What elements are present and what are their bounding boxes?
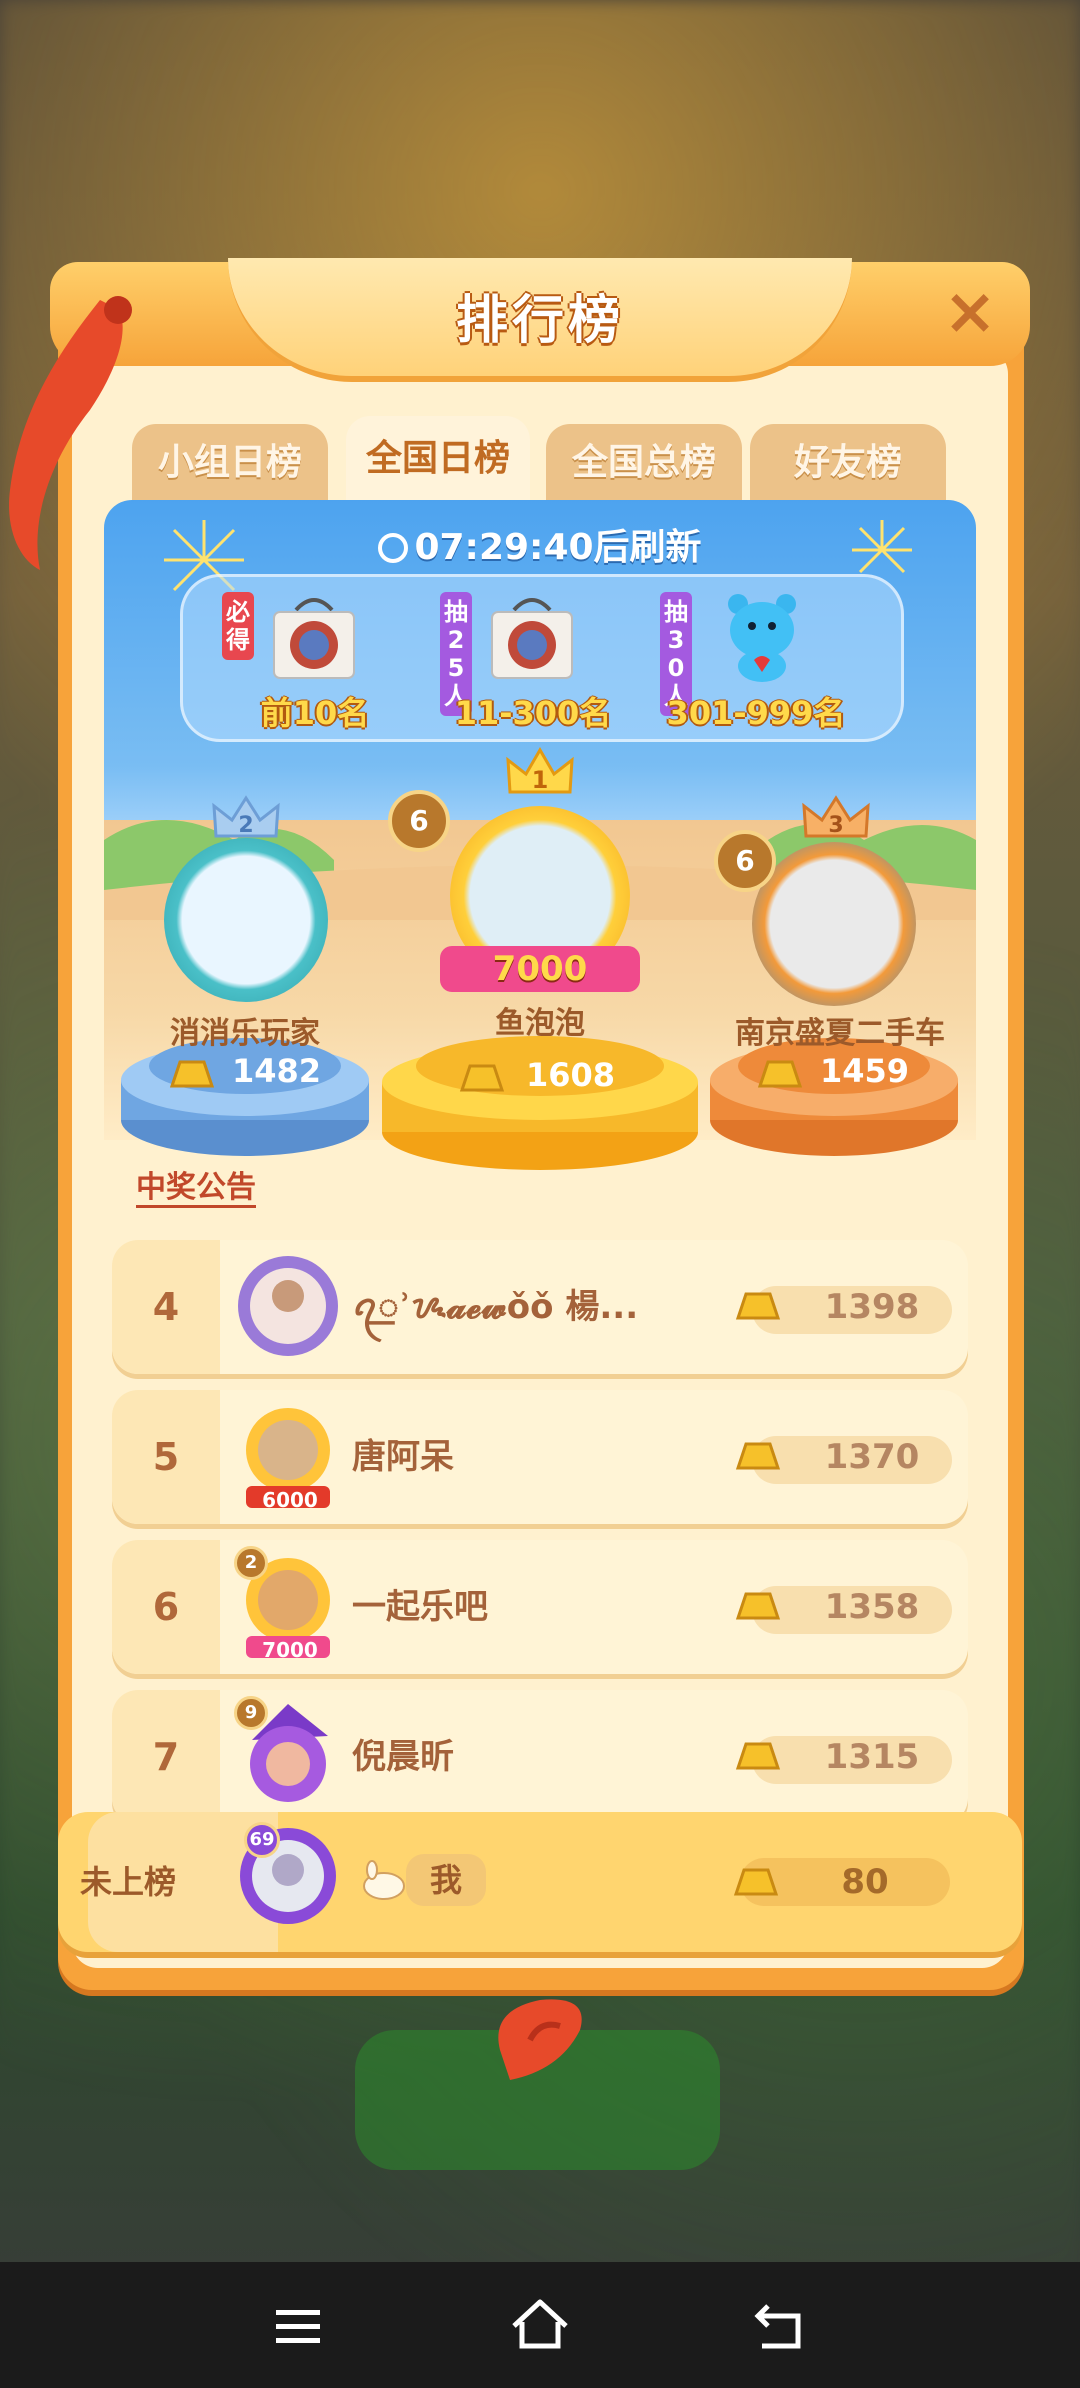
clock-icon <box>378 533 409 563</box>
level-badge: 6 <box>714 830 776 892</box>
rank-number: 6 <box>152 1585 180 1629</box>
podium-name-3: 南京盛夏二手车 <box>735 1016 945 1051</box>
player-score: 1398 <box>824 1287 920 1327</box>
gift-bag-icon <box>273 598 355 679</box>
bunny-icon <box>363 1860 405 1900</box>
level-badge: 9 <box>234 1696 268 1730</box>
prize-label-11-300: 11-300名 <box>454 694 612 732</box>
gift-bag-icon <box>491 598 573 679</box>
gold-bar-icon <box>459 1064 505 1092</box>
rank-2-number: 2 <box>238 813 253 838</box>
timer-text: 07:29:40后刷新 <box>414 527 702 568</box>
prize-tag-top10: 必得 <box>222 592 254 660</box>
level-badge: 2 <box>234 1546 268 1580</box>
prize-label-301-999: 301-999名 <box>666 694 846 732</box>
my-rank-status: 未上榜 <box>80 1863 177 1901</box>
blue-bear-toy-icon <box>728 594 796 682</box>
tab-national-daily[interactable]: 全国日榜 <box>346 416 530 502</box>
rank-number: 5 <box>152 1435 180 1479</box>
player-score: 1370 <box>824 1437 920 1477</box>
crown-icon: 2 <box>212 795 280 838</box>
player-name: ꪖ꯭ʾᝰ𝓪𝓮𝔀ǒǒ 楊... <box>352 1287 639 1327</box>
player-name: 唐阿呆 <box>352 1437 454 1477</box>
level-badge: 6 <box>388 790 450 852</box>
podium-name-2: 消消乐玩家 <box>170 1016 320 1051</box>
frame-value-badge: 6000 <box>262 1488 318 1512</box>
frame-value-badge: 7000 <box>440 946 640 992</box>
avatar[interactable] <box>232 1250 344 1362</box>
tab-national-total[interactable]: 全国总榜 <box>546 424 742 502</box>
ribbon-decoration-icon <box>498 1999 582 2080</box>
player-name: 倪晨昕 <box>352 1737 454 1777</box>
avatar[interactable] <box>752 842 916 1006</box>
refresh-timer: 07:29:40后刷新 <box>0 518 1080 570</box>
player-score: 1358 <box>824 1587 920 1627</box>
tab-friends[interactable]: 好友榜 <box>750 424 946 502</box>
table-row[interactable]: 4 ꪖ꯭ʾᝰ𝓪𝓮𝔀ǒǒ 楊... 1398 <box>112 1240 968 1374</box>
back-icon[interactable] <box>740 2286 820 2366</box>
crown-icon: 3 <box>802 795 870 838</box>
podium-gold <box>382 1036 698 1170</box>
my-score: 80 <box>841 1862 889 1902</box>
table-row[interactable]: 6 2 7000 一起乐吧 1358 <box>112 1540 968 1674</box>
crown-icon: 1 <box>506 747 574 794</box>
table-row[interactable]: 7 9 倪晨昕 1315 <box>112 1690 968 1824</box>
table-row[interactable]: 5 6000 唐阿呆 1370 <box>112 1390 968 1524</box>
gold-bar-icon <box>757 1060 803 1088</box>
avatar[interactable] <box>164 838 328 1002</box>
rank-1-number: 1 <box>532 766 549 794</box>
podium-name-1: 鱼泡泡 <box>495 1006 585 1041</box>
podium-score-2: 1482 <box>232 1052 322 1090</box>
page-title: 排行榜 <box>455 291 624 351</box>
level-badge: 69 <box>244 1822 280 1858</box>
gold-bar-icon <box>169 1060 215 1088</box>
rank-number: 4 <box>152 1285 180 1329</box>
rank-3-number: 3 <box>828 813 843 838</box>
tab-group-daily[interactable]: 小组日榜 <box>132 424 328 502</box>
prize-announcement-link[interactable]: 中奖公告 <box>136 1162 256 1206</box>
home-icon[interactable] <box>500 2286 580 2366</box>
rank-number: 7 <box>152 1735 180 1779</box>
podium-score-3: 1459 <box>820 1052 910 1090</box>
close-button[interactable]: × <box>940 280 1000 344</box>
menu-icon[interactable] <box>258 2286 338 2366</box>
player-score: 1315 <box>824 1737 920 1777</box>
podium-score-1: 1608 <box>526 1056 616 1094</box>
player-name: 一起乐吧 <box>352 1587 488 1627</box>
frame-value-badge: 7000 <box>262 1638 318 1662</box>
my-name: 我 <box>406 1854 486 1906</box>
prize-label-top10: 前10名 <box>260 694 370 732</box>
